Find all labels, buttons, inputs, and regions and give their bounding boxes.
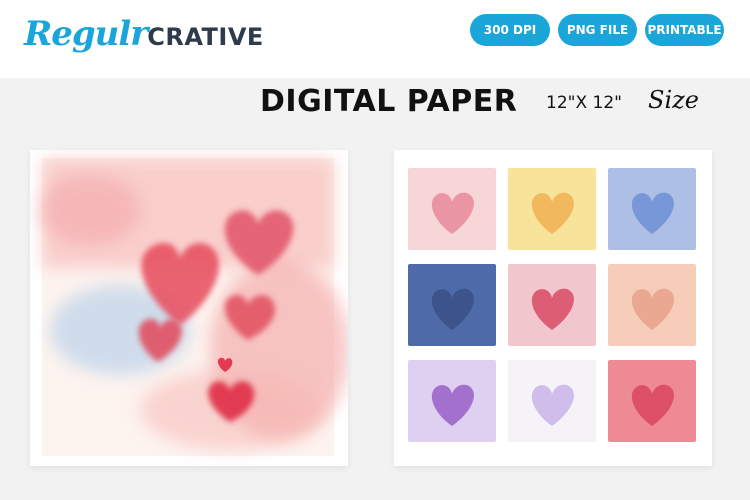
heart-tile <box>408 264 496 346</box>
heart-tile <box>408 168 496 250</box>
brand-script-text: Regulr <box>24 14 148 54</box>
heart-tile <box>608 168 696 250</box>
brand-logo[interactable]: Regulr CRATIVE <box>24 14 264 54</box>
heart-icon <box>531 192 574 234</box>
size-label: Size <box>648 86 699 114</box>
preview-right-tile-grid <box>394 150 712 466</box>
dimensions-label: 12"X 12" <box>546 93 622 113</box>
watercolor-hearts-illustration <box>40 158 348 456</box>
preview-left-watercolor-paper <box>30 150 348 466</box>
badge-printable: PRINTABLE <box>645 14 724 46</box>
page-title: DIGITAL PAPER <box>260 84 518 119</box>
heart-icon <box>631 288 674 330</box>
heart-tile <box>508 360 596 442</box>
heart-icon <box>631 192 674 234</box>
heart-tile <box>608 264 696 346</box>
heart-icon <box>531 384 574 426</box>
heart-tile <box>508 264 596 346</box>
heart-icon <box>431 384 474 426</box>
heart-icon <box>531 288 574 330</box>
heart-tile <box>408 360 496 442</box>
badge-png-file: PNG FILE <box>558 14 637 46</box>
heart-tile <box>608 360 696 442</box>
heart-icon <box>431 192 474 234</box>
heart-icon <box>631 384 674 426</box>
heart-tile <box>508 168 596 250</box>
brand-block-text: CRATIVE <box>147 23 264 51</box>
badge-300-dpi: 300 DPI <box>470 14 550 46</box>
heart-icon <box>431 288 474 330</box>
header-bar: Regulr CRATIVE 300 DPI PNG FILE PRINTABL… <box>0 0 750 78</box>
